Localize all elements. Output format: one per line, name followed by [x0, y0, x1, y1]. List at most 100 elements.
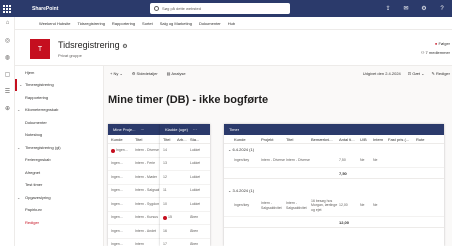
- more-icon[interactable]: ···: [140, 127, 144, 132]
- table-row[interactable]: 17 Åben: [160, 239, 210, 246]
- table-row[interactable]: Ingen... Intern - Ferie: [108, 158, 160, 171]
- column-label[interactable]: Sta...: [190, 137, 208, 142]
- nav-item[interactable]: Test timer: [15, 179, 103, 192]
- page-title: Mine timer (DB) - ikke bogførte: [108, 94, 269, 106]
- nav-item[interactable]: Rapportering: [15, 91, 103, 104]
- group-header[interactable]: ⌄ 3.4.2024 (1): [224, 185, 444, 195]
- nav-item[interactable]: Papirkurv: [15, 204, 103, 217]
- add-icon[interactable]: ⊕: [0, 105, 15, 119]
- table-cell: Ingen...: [111, 229, 135, 234]
- column-label[interactable]: Titel: [163, 137, 177, 142]
- gear-icon[interactable]: ⚙: [420, 5, 428, 12]
- brand-name[interactable]: SharePoint: [32, 6, 58, 12]
- hubnav-item[interactable]: Weekend Hubsite: [39, 21, 71, 26]
- cell-text: Intern - Salgsaktivitet: [135, 188, 159, 193]
- hubnav-item[interactable]: Salg og Marketing: [160, 21, 192, 26]
- notifications-icon[interactable]: ✉: [402, 5, 410, 12]
- column-label[interactable]: Antal ti...: [339, 137, 360, 142]
- table-cell: [177, 162, 190, 166]
- table-row[interactable]: Ingen/key Intern - Diverse Intern - Divers…: [224, 154, 444, 168]
- column-label[interactable]: Kunde: [111, 137, 135, 142]
- webpart-title[interactable]: Mine Proje...: [113, 127, 135, 132]
- chevron-down-icon[interactable]: ⌄: [17, 195, 20, 200]
- nav-item[interactable]: ⌄ Opgaveslyring: [15, 191, 103, 204]
- table-cell: Ingen...: [111, 202, 135, 207]
- globe-icon[interactable]: ◍: [0, 54, 15, 68]
- table-row[interactable]: 13 Lukket: [160, 158, 210, 171]
- table-row[interactable]: 15 Åben: [160, 212, 210, 225]
- table-row[interactable]: 12 Lukket: [160, 171, 210, 185]
- hubnav-item[interactable]: Hub: [228, 21, 235, 26]
- nav-item[interactable]: Ferieregnskab: [15, 154, 103, 167]
- chevron-down-icon[interactable]: ⌄: [17, 145, 20, 150]
- column-label[interactable]: Arb...: [177, 137, 190, 142]
- table-cell: 10: [163, 202, 177, 207]
- column-label[interactable]: Intern: [373, 137, 388, 142]
- table-row[interactable]: Ingen... Intern - Kursus: [108, 212, 160, 225]
- table-row[interactable]: 10 Lukket: [160, 198, 210, 212]
- nav-item[interactable]: Notesbog: [15, 129, 103, 142]
- hubnav-item[interactable]: Rapportering: [112, 21, 135, 26]
- help-icon[interactable]: ?: [438, 6, 446, 12]
- column-label[interactable]: Kunde: [234, 137, 261, 142]
- analysis-button[interactable]: ▤ Analyse: [167, 71, 186, 76]
- edit-button[interactable]: ✎ Rediger: [432, 71, 451, 76]
- hubnav-item[interactable]: Dokumenter: [199, 21, 221, 26]
- members-button[interactable]: ⚇ 7 medlemmer: [421, 50, 450, 55]
- column-label[interactable]: Bemærkni...: [311, 137, 339, 142]
- column-label[interactable]: Projekt: [261, 137, 286, 142]
- follow-button[interactable]: ● Følger: [421, 41, 450, 46]
- table-row[interactable]: Ingen... Intern - Andet: [108, 225, 160, 239]
- column-label[interactable]: Rute: [416, 137, 434, 142]
- nav-item[interactable]: Hjem: [15, 66, 103, 79]
- search-placeholder: Søg på dette websted: [162, 6, 201, 11]
- webpart-title[interactable]: Kladde (uge): [165, 127, 188, 132]
- table-cell: 7,50: [339, 158, 346, 163]
- nav-item[interactable]: ⌄ Timeregistrering: [15, 78, 103, 91]
- settings-icon[interactable]: ⚙: [122, 44, 127, 50]
- nav-item[interactable]: ⌄ Timeregistrering (gl): [15, 141, 103, 154]
- share-icon[interactable]: ⇪: [384, 5, 392, 12]
- table-cell: Ingen...: [111, 175, 135, 180]
- hubnav-item[interactable]: Sortet: [142, 21, 153, 26]
- nav-item[interactable]: Dokumenter: [15, 116, 103, 129]
- nav-item[interactable]: Afregnet: [15, 166, 103, 179]
- app-launcher-icon[interactable]: [0, 0, 14, 17]
- column-label[interactable]: Fast pris (...: [388, 137, 416, 142]
- table-row[interactable]: Ingen... Intern - Salgsaktivitet: [108, 185, 160, 198]
- column-label[interactable]: Titel: [135, 137, 159, 142]
- more-icon[interactable]: ···: [193, 127, 197, 132]
- table-row[interactable]: Ingen... Intern: [108, 239, 160, 246]
- column-label[interactable]: Titel: [286, 137, 311, 142]
- hubnav-item[interactable]: Tidsregistrering: [78, 21, 105, 26]
- list-icon[interactable]: ☰: [0, 88, 15, 102]
- table-row[interactable]: 11 Lukket: [160, 185, 210, 198]
- table-row[interactable]: Ingen/key Intern - Salgsaktivitet Intern -…: [224, 195, 444, 217]
- table-row[interactable]: Ingen... Intern - Sygdom: [108, 198, 160, 212]
- sites-icon[interactable]: ◎: [0, 37, 15, 51]
- new-button[interactable]: + Ny ⌄: [110, 71, 123, 76]
- nav-item[interactable]: Rediger: [15, 216, 103, 229]
- site-logo[interactable]: T: [30, 39, 50, 59]
- table-cell: Ingen...: [111, 161, 135, 166]
- site-title[interactable]: Tidsregistrering ⚙: [58, 40, 128, 50]
- column-label[interactable]: U/B: [360, 137, 373, 142]
- search-box[interactable]: Søg på dette websted: [150, 3, 290, 14]
- page-details-button[interactable]: ⚙ Sidedetaljer: [132, 71, 158, 76]
- table-row[interactable]: 16 Åben: [160, 225, 210, 239]
- view-dropdown[interactable]: ⊡ Gæt ⌄: [408, 71, 425, 76]
- cell-text: 15: [168, 215, 172, 220]
- chevron-down-icon[interactable]: ⌄: [19, 82, 22, 87]
- webpart-title[interactable]: Timer: [229, 127, 239, 132]
- nav-item[interactable]: ⌄ Kilometerregnskab: [15, 104, 103, 117]
- table-cell: Ingen...: [111, 242, 135, 246]
- group-header[interactable]: ⌄ 6.4.2024 (1): [224, 144, 444, 154]
- home-icon[interactable]: ⌂: [0, 20, 15, 34]
- table-row[interactable]: Ingen... Intern - Diverse: [108, 144, 160, 158]
- chevron-down-icon[interactable]: ⌄: [17, 107, 20, 112]
- table-cell: 11: [163, 188, 177, 193]
- document-icon[interactable]: ▢: [0, 71, 15, 85]
- table-row[interactable]: Ingen... Intern - Møder: [108, 171, 160, 185]
- table-row[interactable]: 14 Lukket: [160, 144, 210, 158]
- cell-text: Ingen...: [111, 228, 123, 233]
